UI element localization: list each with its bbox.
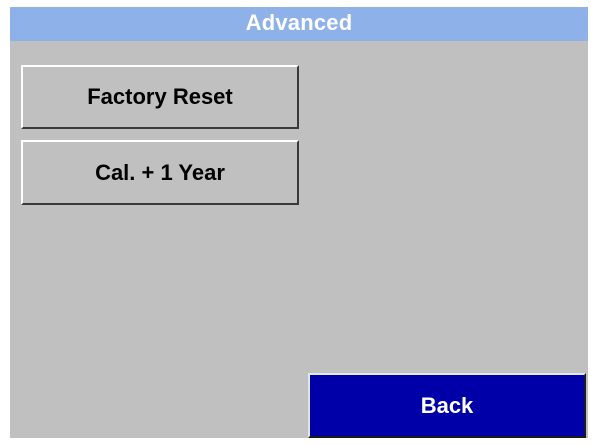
advanced-screen: Advanced Factory Reset Cal. + 1 Year Bac…: [10, 7, 588, 438]
calibration-plus-one-year-button[interactable]: Cal. + 1 Year: [21, 140, 299, 205]
back-button[interactable]: Back: [308, 373, 586, 438]
page-title: Advanced: [10, 7, 588, 41]
factory-reset-button[interactable]: Factory Reset: [21, 65, 299, 129]
